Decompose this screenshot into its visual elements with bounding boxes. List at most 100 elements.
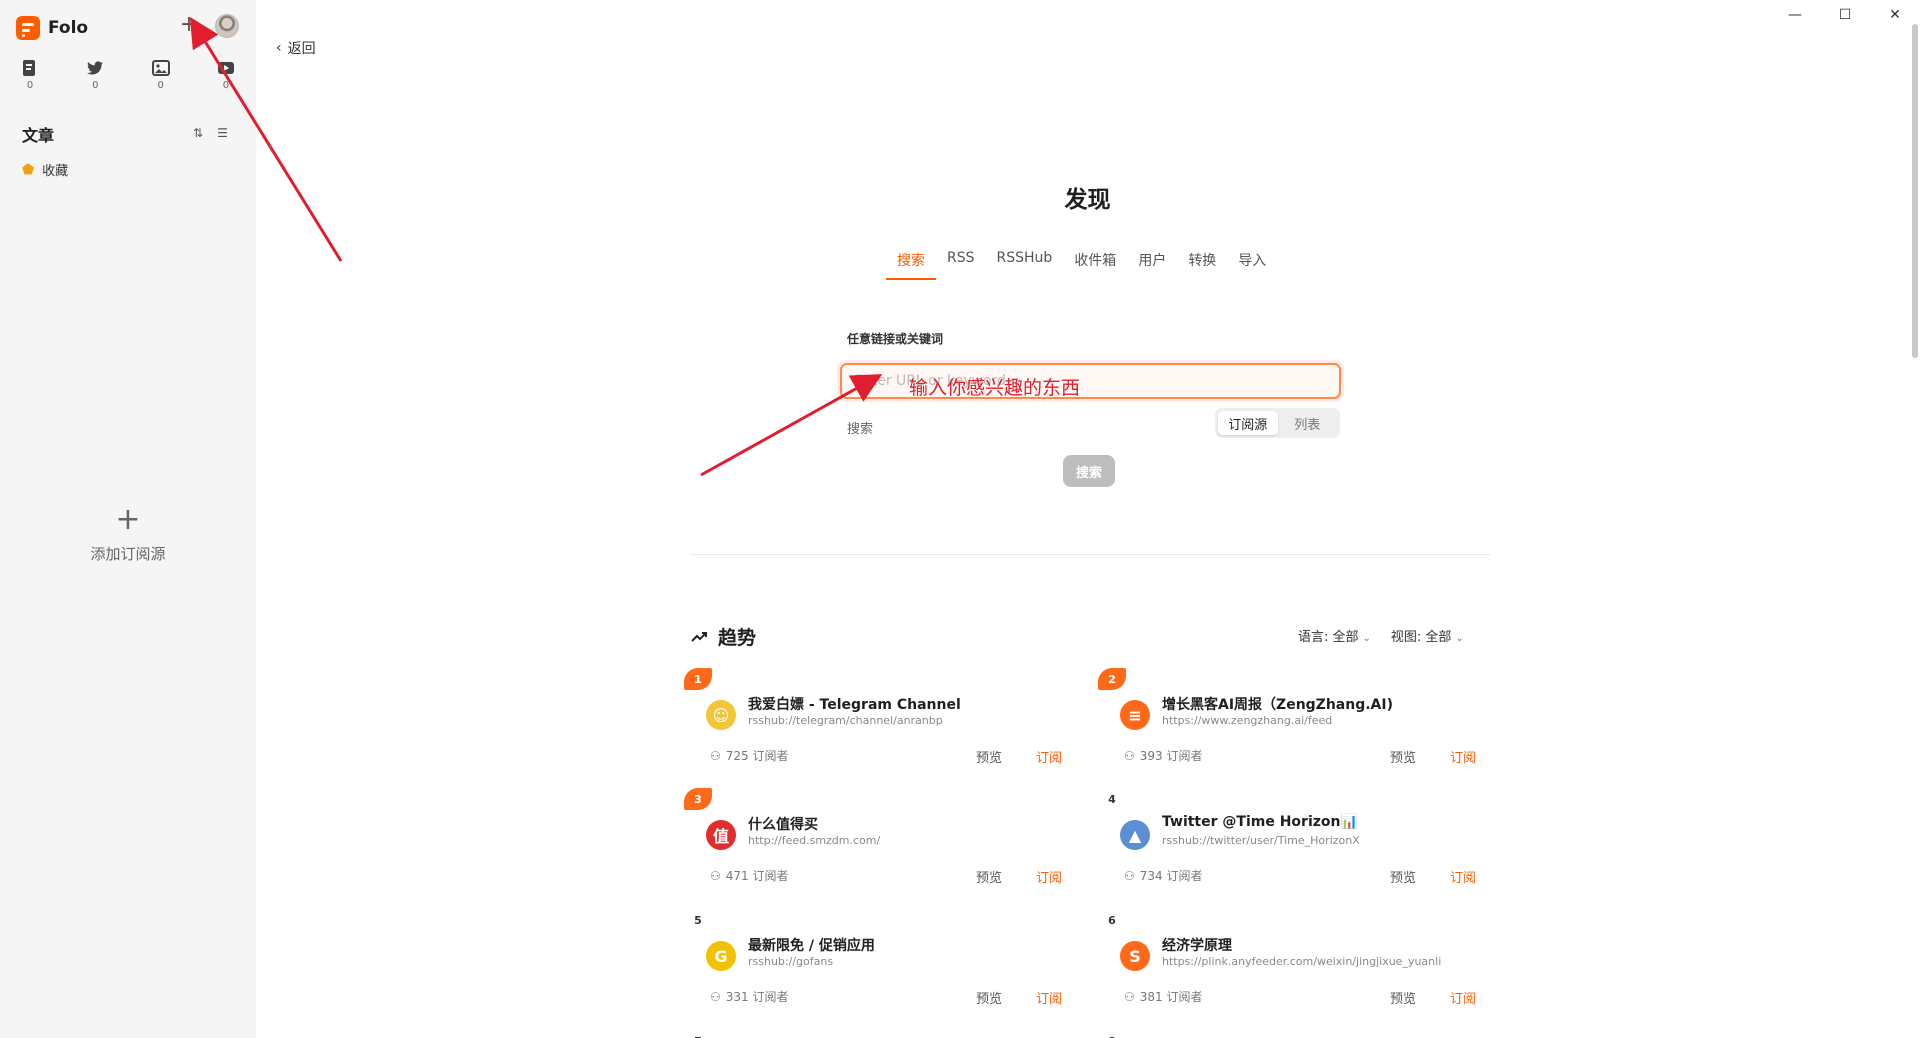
minimize-icon[interactable]: — <box>1770 0 1820 30</box>
feed-name: 什么值得买 <box>748 817 818 833</box>
tab-transform[interactable]: 转换 <box>1177 250 1227 280</box>
subscribe-button[interactable]: 订阅 <box>1036 867 1062 886</box>
segment-feeds[interactable]: 订阅源 <box>1218 411 1278 435</box>
preview-button[interactable]: 预览 <box>976 988 1002 1007</box>
feed-name: 经济学原理 <box>1162 938 1232 954</box>
back-button[interactable]: ‹ 返回 <box>276 38 316 58</box>
subscribe-button[interactable]: 订阅 <box>1450 867 1476 886</box>
article-icon <box>23 60 35 76</box>
twitter-bird-icon <box>87 61 104 75</box>
view-tabs: 0 0 0 0 <box>12 58 244 91</box>
star-icon: ⬟ <box>22 161 35 178</box>
search-type-toggle: 订阅源 列表 <box>1215 408 1340 438</box>
subscribe-button[interactable]: 订阅 <box>1450 988 1476 1007</box>
view-tab-videos[interactable]: 0 <box>208 58 244 91</box>
add-subscription-button[interactable]: + <box>177 14 201 38</box>
trending-card[interactable]: 1 ☺ 我爱白嫖 - Telegram Channel rsshub://telegr… <box>684 668 1068 774</box>
feed-name: 增长黑客AI周报（ZengZhang.AI) <box>1162 697 1393 713</box>
feed-url: https://www.zengzhang.ai/feed <box>1162 714 1333 727</box>
feed-url: https://plink.anyfeeder.com/weixin/jingj… <box>1162 955 1442 968</box>
user-icon: ⚇ <box>1124 868 1135 883</box>
user-icon: ⚇ <box>710 748 721 763</box>
preview-button[interactable]: 预览 <box>976 867 1002 886</box>
trending-card[interactable]: 6 S 经济学原理 https://plink.anyfeeder.com/weixi… <box>1104 911 1482 1015</box>
sort-icon[interactable]: ⇅ <box>193 126 203 140</box>
list-options-icon[interactable]: ☰ <box>217 126 228 140</box>
picture-icon <box>151 60 170 76</box>
subscriber-count: ⚇ 725 订阅者 <box>710 748 789 764</box>
tab-inbox[interactable]: 收件箱 <box>1063 250 1127 280</box>
subscriber-count: ⚇ 393 订阅者 <box>1124 748 1203 764</box>
add-feed-button[interactable]: + 添加订阅源 <box>48 505 208 564</box>
subscribe-button[interactable]: 订阅 <box>1450 747 1476 766</box>
folo-logo-icon <box>16 16 40 40</box>
subscribe-button[interactable]: 订阅 <box>1036 988 1062 1007</box>
rank-badge: 6 <box>1108 913 1116 927</box>
view-tab-articles[interactable]: 0 <box>12 58 48 91</box>
feed-icon: ≡ <box>1120 700 1150 730</box>
avatar[interactable] <box>215 14 239 38</box>
chevron-down-icon: ⌄ <box>1362 633 1371 644</box>
feed-name: 我爱白嫖 - Telegram Channel <box>748 697 961 713</box>
page-title: 发现 <box>1064 187 1111 213</box>
preview-button[interactable]: 预览 <box>976 747 1002 766</box>
sidebar-item-favorites[interactable]: ⬟ 收藏 <box>22 160 68 180</box>
feed-icon: 值 <box>706 820 736 850</box>
trending-card[interactable]: 4 ▲ Twitter @Time Horizon📊 rsshub://twitter… <box>1104 790 1482 894</box>
subscribe-button[interactable]: 订阅 <box>1036 747 1062 766</box>
rank-badge: 8 <box>1098 1030 1126 1038</box>
feed-icon: ▲ <box>1120 820 1150 850</box>
feed-url: http://feed.smzdm.com/ <box>748 834 881 847</box>
view-filter[interactable]: 视图: 全部 ⌄ <box>1391 626 1464 645</box>
trending-card[interactable]: 2 ≡ 增长黑客AI周报（ZengZhang.AI) https://www.zeng… <box>1098 668 1482 774</box>
rank-badge: 3 <box>684 788 712 810</box>
section-title: 文章 <box>22 126 55 145</box>
trending-card[interactable]: 5 G 最新限免 / 促销应用 rsshub://gofans ⚇ 331 订阅者 预览 订阅 <box>690 911 1068 1015</box>
segment-lists[interactable]: 列表 <box>1278 411 1338 435</box>
tab-rsshub[interactable]: RSSHub <box>986 250 1064 280</box>
user-icon: ⚇ <box>1124 989 1135 1004</box>
search-hint: 搜索 <box>847 422 874 437</box>
chevron-left-icon: ‹ <box>276 40 282 56</box>
window-controls: — ☐ ✕ <box>1770 0 1920 30</box>
search-input[interactable] <box>840 363 1341 399</box>
plus-icon: + <box>115 502 141 537</box>
preview-button[interactable]: 预览 <box>1390 747 1416 766</box>
view-tab-pictures[interactable]: 0 <box>143 58 179 91</box>
field-label: 任意链接或关键词 <box>847 332 944 346</box>
feed-name: 最新限免 / 促销应用 <box>748 938 875 954</box>
maximize-icon[interactable]: ☐ <box>1820 0 1870 30</box>
divider <box>690 554 1490 555</box>
user-icon: ⚇ <box>1124 748 1135 763</box>
trending-card[interactable]: 3 值什么值得买 http://feed.smzdm.com/ ⚇ 471 订阅者 预览 订… <box>684 788 1068 894</box>
rank-badge: 5 <box>694 913 702 927</box>
feed-name: Twitter @Time Horizon📊 <box>1162 814 1358 830</box>
preview-button[interactable]: 预览 <box>1390 988 1416 1007</box>
user-icon: ⚇ <box>710 989 721 1004</box>
subscriber-count: ⚇ 331 订阅者 <box>710 989 789 1005</box>
brand: Folo <box>16 16 88 40</box>
tab-search[interactable]: 搜索 <box>886 250 936 280</box>
subscriber-count: ⚇ 381 订阅者 <box>1124 989 1203 1005</box>
sidebar: Folo + 0 0 0 0 文章 ⇅ ☰ ⬟ 收藏 + 添加订阅源 <box>0 0 256 1038</box>
subscriber-count: ⚇ 471 订阅者 <box>710 868 789 884</box>
rank-badge: 7 <box>684 1030 712 1038</box>
tab-import[interactable]: 导入 <box>1227 250 1277 280</box>
tab-users[interactable]: 用户 <box>1127 250 1177 280</box>
section-tools: ⇅ ☰ <box>193 126 228 140</box>
chevron-down-icon: ⌄ <box>1455 633 1464 644</box>
trending-title: 趋势 <box>690 623 756 650</box>
feed-url: rsshub://gofans <box>748 955 834 968</box>
preview-button[interactable]: 预览 <box>1390 867 1416 886</box>
feed-icon: G <box>706 941 736 971</box>
view-tab-social[interactable]: 0 <box>77 58 113 91</box>
language-filter[interactable]: 语言: 全部 ⌄ <box>1298 626 1371 645</box>
user-icon: ⚇ <box>710 868 721 883</box>
discover-tabs: 搜索 RSS RSSHub 收件箱 用户 转换 导入 <box>886 250 1277 280</box>
video-icon <box>217 62 234 74</box>
rank-badge: 2 <box>1098 668 1126 690</box>
search-button[interactable]: 搜索 <box>1063 455 1115 487</box>
tab-rss[interactable]: RSS <box>936 250 986 280</box>
app-name: Folo <box>48 18 89 38</box>
feed-url: rsshub://twitter/user/Time_HorizonX <box>1162 834 1360 847</box>
